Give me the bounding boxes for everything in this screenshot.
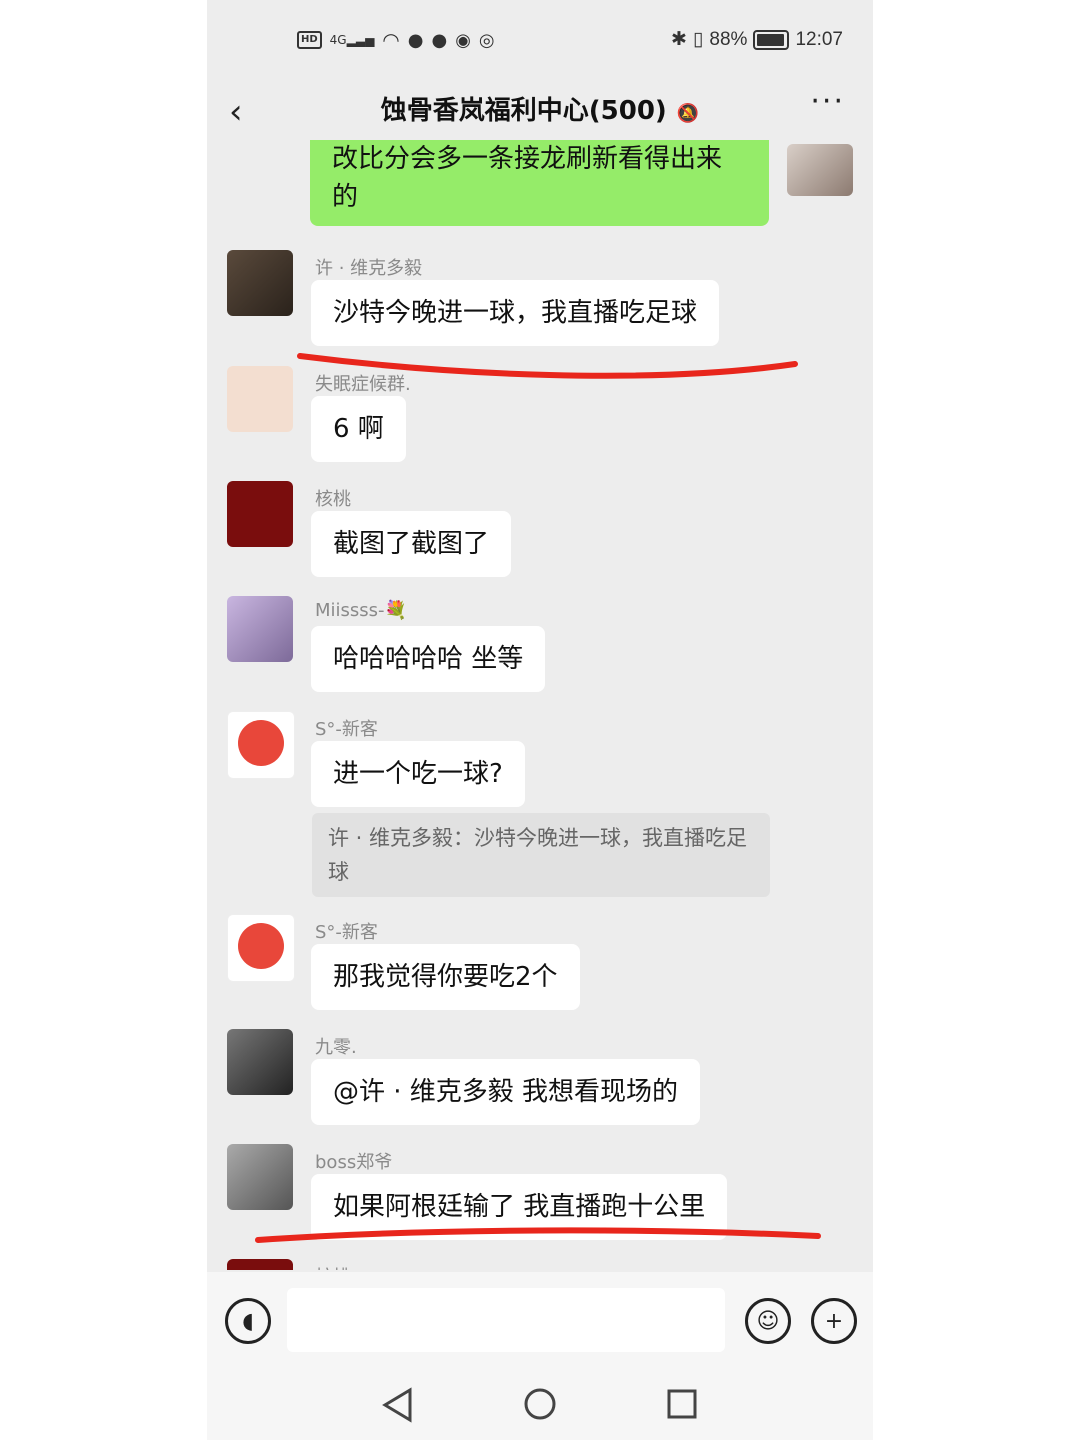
phone-screen: HD 4G▂▃▅ ◠ ● ● ◉ ◎ ✱ ▯ 88% 12:07 ‹ 蚀骨香岚福… xyxy=(207,0,873,1440)
message-bubble[interactable]: 进一个吃一球? xyxy=(311,741,525,807)
nav-home-icon[interactable] xyxy=(524,1388,556,1420)
bluetooth-icon: ✱ xyxy=(671,29,687,50)
hd-icon: HD xyxy=(297,31,322,49)
status-left: HD 4G▂▃▅ ◠ ● ● ◉ ◎ xyxy=(297,28,495,52)
message-input[interactable] xyxy=(287,1288,725,1352)
nav-back-icon[interactable] xyxy=(382,1387,412,1423)
sender-name: S°-新客 xyxy=(315,922,378,943)
message-bubble[interactable]: 如果阿根廷输了 我直播跑十公里 xyxy=(311,1174,728,1240)
nav-recents-icon[interactable] xyxy=(667,1389,697,1419)
avatar[interactable] xyxy=(227,596,293,662)
status-bar: HD 4G▂▃▅ ◠ ● ● ◉ ◎ ✱ ▯ 88% 12:07 xyxy=(207,0,873,80)
message-bubble[interactable]: 沙特今晚进一球，我直播吃足球 xyxy=(311,280,720,346)
emoji-icon[interactable]: ☺ xyxy=(745,1298,791,1344)
chat-list[interactable]: 改比分会多一条接龙刷新看得出来的 许 · 维克多毅 沙特今晚进一球，我直播吃足球… xyxy=(207,140,873,1270)
chat-icon: ● xyxy=(407,29,424,51)
nav-icons xyxy=(382,1387,697,1423)
chat-title: 蚀骨香岚福利中心(500) 🔕 xyxy=(380,96,700,126)
voice-icon[interactable]: ◖ xyxy=(225,1298,271,1344)
message-bubble[interactable]: @许 · 维克多毅 我想看现场的 xyxy=(311,1059,701,1125)
quoted-message[interactable]: 许 · 维克多毅：沙特今晚进一球，我直播吃足球 xyxy=(312,813,770,897)
message-bubble[interactable]: 哈哈哈哈哈 坐等 xyxy=(311,626,546,692)
title-bar: ‹ 蚀骨香岚福利中心(500) 🔕 ··· xyxy=(207,80,873,140)
wifi-icon: ◠ xyxy=(382,28,400,52)
sender-name: 核桃 xyxy=(315,1263,351,1270)
avatar[interactable] xyxy=(227,1144,293,1210)
avatar[interactable] xyxy=(227,1029,293,1095)
shield-icon: ◎ xyxy=(478,29,495,51)
sender-name: boss郑爷 xyxy=(315,1152,393,1173)
message-bubble[interactable]: 那我觉得你要吃2个 xyxy=(311,944,580,1010)
avatar[interactable] xyxy=(227,366,293,432)
signal-icon: 4G▂▃▅ xyxy=(329,33,375,47)
avatar[interactable] xyxy=(227,481,293,547)
game-icon: ◉ xyxy=(455,29,471,51)
system-nav-bar xyxy=(207,1372,873,1440)
message-bubble[interactable]: 6 啊 xyxy=(311,396,406,462)
more-icon[interactable]: ··· xyxy=(810,84,845,119)
battery-percent: 88% xyxy=(709,28,748,50)
avatar[interactable] xyxy=(787,144,853,196)
message-bubble[interactable]: 截图了截图了 xyxy=(311,511,512,577)
plus-icon[interactable]: + xyxy=(811,1298,857,1344)
vibrate-icon: ▯ xyxy=(692,29,704,50)
avatar[interactable] xyxy=(227,914,295,982)
wechat-icon: ● xyxy=(431,29,448,51)
sender-name: 失眠症候群. xyxy=(315,374,411,395)
sender-name: S°-新客 xyxy=(315,719,378,740)
status-right: ✱ ▯ 88% 12:07 xyxy=(671,28,843,51)
sender-name: 九零. xyxy=(315,1037,357,1058)
clock: 12:07 xyxy=(795,28,843,50)
avatar[interactable] xyxy=(227,250,293,316)
sender-name: 许 · 维克多毅 xyxy=(315,258,423,279)
sender-name: 核桃 xyxy=(315,489,351,510)
sender-name: Miissss-💐 xyxy=(315,600,407,621)
avatar[interactable] xyxy=(227,1259,293,1270)
avatar[interactable] xyxy=(227,711,295,779)
battery-icon xyxy=(753,29,790,50)
message-bubble[interactable]: 改比分会多一条接龙刷新看得出来的 xyxy=(310,140,769,226)
input-bar: ◖ ☺ + xyxy=(207,1272,873,1372)
mute-icon: 🔕 xyxy=(676,103,700,124)
